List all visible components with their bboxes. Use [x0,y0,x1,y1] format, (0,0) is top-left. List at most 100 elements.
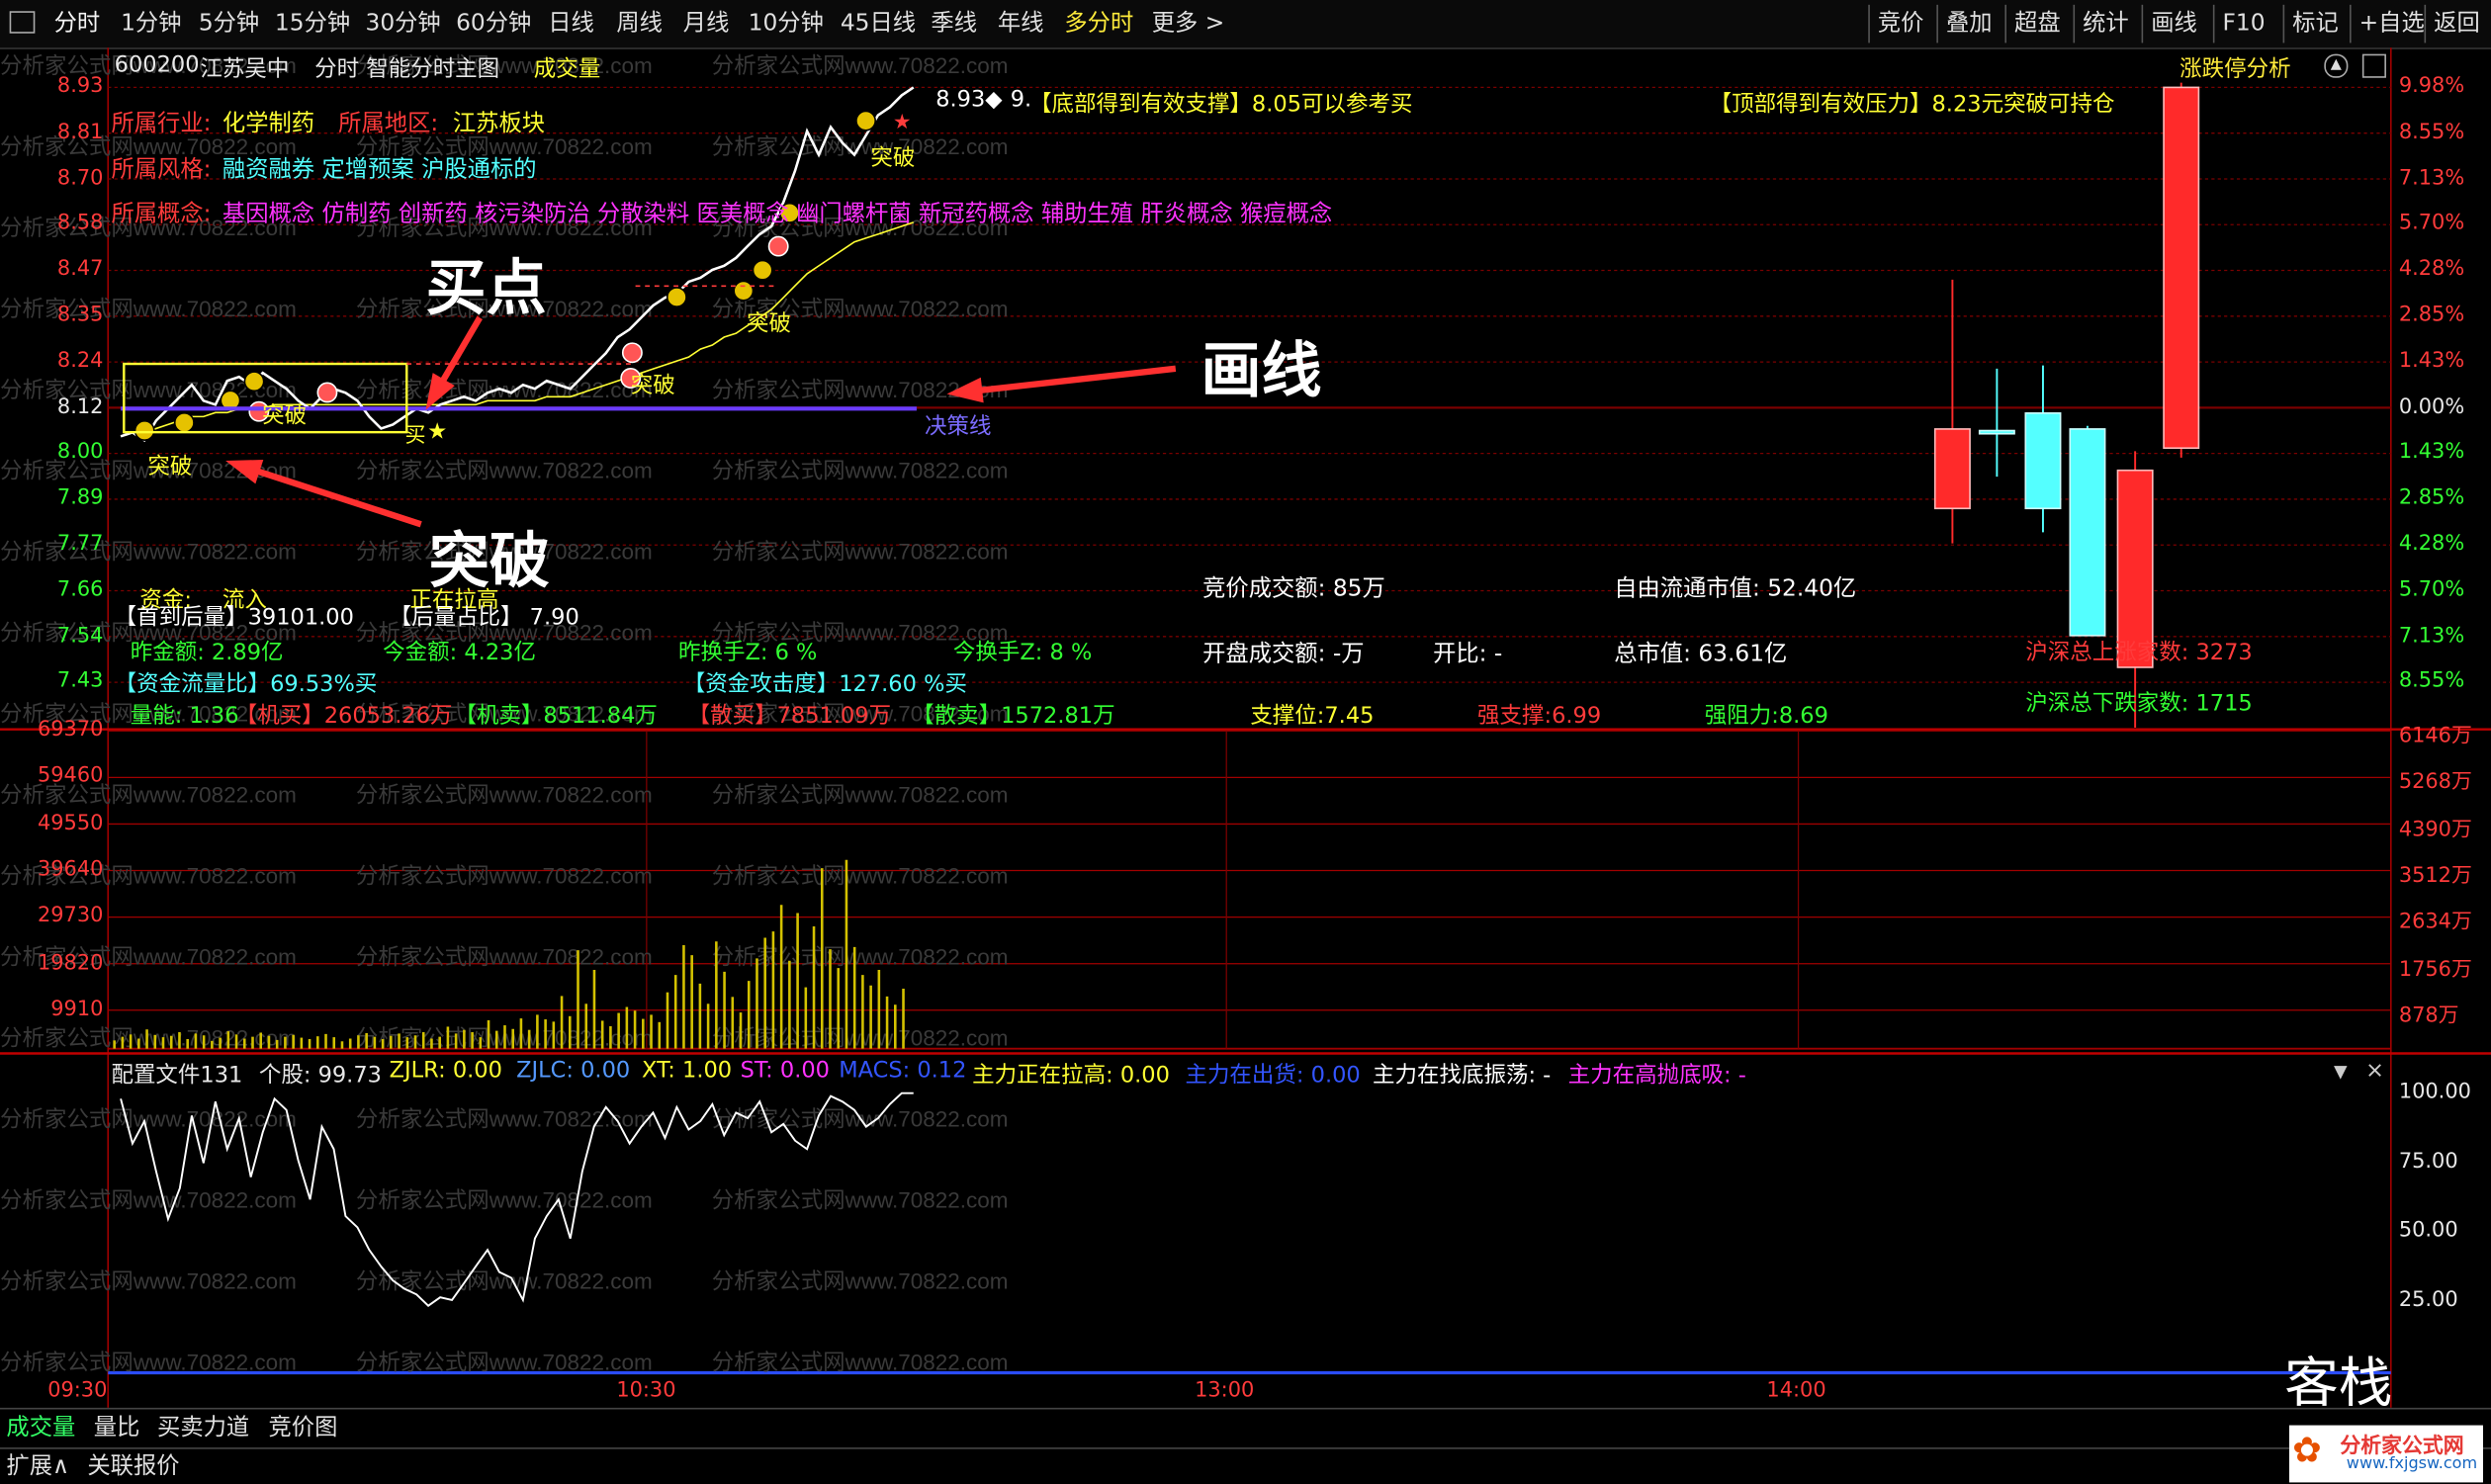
watermark-text: 分析家公式网www.70822.com [712,53,1009,78]
down-count: 沪深总下跌家数: 1715 [2025,691,2253,717]
money-bag-icon [855,110,876,131]
today-turnover: 今换手Z: 8 % [952,640,1093,666]
flow-ratio: 【资金流量比】69.53%买 [114,671,378,698]
percent-tick-label: 1.43% [2398,349,2465,374]
style-value: 融资融券 定增预案 沪股通标的 [222,157,537,183]
price-tick-label: 7.89 [56,486,104,511]
price-tick-label: 8.93 [56,74,104,99]
tab-volume[interactable]: 成交量 [6,1413,75,1444]
volume-tick-label: 1756万 [2398,957,2472,982]
buy-mark: 买 [404,424,426,449]
close-icon[interactable]: × [2365,1058,2384,1084]
watermark-text: 分析家公式网www.70822.com [0,1350,297,1374]
percent-tick-label: 4.28% [2398,257,2465,282]
stock-name[interactable]: 江苏吴中 [200,52,289,84]
annotation-buy-point: 买点 [425,252,547,323]
watermark-text: 分析家公式网www.70822.com [356,459,653,483]
expand-button[interactable]: 扩展∧ [6,1450,69,1482]
config-file[interactable]: 配置文件131 [111,1058,242,1090]
indicator-tick-label: 25.00 [2398,1287,2458,1312]
volume-tick-label: 5268万 [2398,770,2472,796]
volume-tick-label: 39640 [37,857,104,882]
total-cap: 总市值: 63.61亿 [1614,642,1788,667]
pressure-signal: 【顶部得到有效压力】8.23元突破可持仓 [1709,92,2115,118]
volume-tick-label: 29730 [37,904,104,928]
support-level: 支撑位:7.45 [1250,703,1375,730]
price-tick-label: 7.77 [56,532,104,557]
money-bag-icon [133,420,155,441]
percent-tick-label: 1.43% [2398,440,2465,465]
candle-body [2163,86,2200,450]
auction-volume: 竞价成交额: 85万 [1202,576,1385,603]
percent-tick-label: 5.70% [2398,212,2465,236]
indicator-zjlc: ZJLC: 0.00 [516,1058,631,1085]
price-tag-2: 9. [1010,87,1032,114]
watermark-text: 分析家公式网www.70822.com [712,783,1009,808]
watermark-text: 分析家公式网www.70822.com [712,1350,1009,1374]
dropdown-icon[interactable]: ▼ [2334,1062,2348,1083]
region-value: 江苏板块 [452,111,546,137]
watermark-text: 分析家公式网www.70822.com [0,540,297,565]
breakout-label: 突破 [147,454,193,480]
tab-volume-ratio[interactable]: 量比 [94,1413,140,1444]
watermark-text: 分析家公式网www.70822.com [712,459,1009,483]
industry-label: 所属行业: [111,111,212,137]
percent-tick-label: 8.55% [2398,669,2465,694]
percent-tick-label: 9.98% [2398,74,2465,99]
free-cap: 自由流通市值: 52.40亿 [1614,576,1857,603]
site-logo: ✿ 分析家公式网 www.fxjgsw.com [2288,1425,2483,1483]
time-tick-label: 10:30 [616,1378,676,1404]
watermark-text: 分析家公式网www.70822.com [712,1187,1009,1212]
retail-buy: 【散买】7851.09万 [687,703,892,730]
price-tick-label: 8.81 [56,120,104,144]
first-volume: 【首到后量】39101.00 [114,605,354,632]
strong-resistance: 强阻力:8.69 [1704,703,1828,730]
price-tick-label: 8.24 [56,349,104,374]
price-tag: 8.93◆ [935,87,1003,114]
time-tick-label: 14:00 [1766,1378,1826,1404]
price-tick-label: 8.00 [56,440,104,465]
watermark-text: 分析家公式网www.70822.com [356,1350,653,1374]
watermark-text: 分析家公式网www.70822.com [356,864,653,889]
watermark-text: 分析家公式网www.70822.com [0,297,297,321]
volume-tick-label: 59460 [37,764,104,789]
tab-buy-sell-force[interactable]: 买卖力道 [157,1413,249,1444]
volume-tick-label: 69370 [37,718,104,742]
attack-degree: 【资金攻击度】127.60 %买 [682,671,967,698]
stock-code: 600200 [114,52,200,78]
stock-terminal: 分时 1分钟 5分钟 15分钟 30分钟 60分钟 日线 周线 月线 10分钟 … [0,0,2491,1484]
percent-tick-label: 2.85% [2398,303,2465,328]
indicator-st: ST: 0.00 [740,1058,830,1085]
price-tick-label: 7.54 [56,623,104,649]
buy-ball-icon [767,235,789,257]
star-icon: ★ [893,110,912,133]
volume-tick-label: 2634万 [2398,911,2472,935]
breakout-label: 突破 [630,373,675,399]
watermark-text: 分析家公式网www.70822.com [0,1187,297,1212]
watermark-text: 分析家公式网www.70822.com [356,1268,653,1293]
volume-tick-label: 9910 [50,997,104,1022]
limit-analysis-link[interactable]: 涨跌停分析 [2180,52,2290,84]
volume-tick-label: 6146万 [2398,724,2472,748]
indicator-pull-up: 主力正在拉高: 0.00 [972,1063,1170,1089]
star-icon: ★ [427,419,447,445]
related-quote-button[interactable]: 关联报价 [87,1450,179,1482]
inst-sell: 【机卖】8511.84万 [454,703,658,730]
up-count: 沪深总上涨家数: 3273 [2025,640,2253,666]
percent-tick-label: 8.55% [2398,120,2465,144]
percent-tick-label: 5.70% [2398,577,2465,602]
tab-auction-chart[interactable]: 竞价图 [268,1413,337,1444]
watermark-text: 分析家公式网www.70822.com [0,1268,297,1293]
indicator-zjlr: ZJLR: 0.00 [389,1058,502,1085]
logo-text: 分析家公式网 [2340,1435,2464,1459]
window-icon[interactable] [2361,53,2386,78]
indicator-top-absorb: 主力在高抛底吸: - [1567,1063,1746,1089]
breakout-label: 突破 [747,310,792,337]
percent-tick-label: 7.13% [2398,623,2465,649]
up-icon[interactable]: ▲ [2324,53,2349,78]
money-bag-icon [666,287,687,307]
style-label: 所属风格: [111,157,212,183]
percent-tick-label: 2.85% [2398,486,2465,511]
indicator-xt: XT: 1.00 [642,1058,733,1085]
percent-tick-label: 4.28% [2398,532,2465,557]
